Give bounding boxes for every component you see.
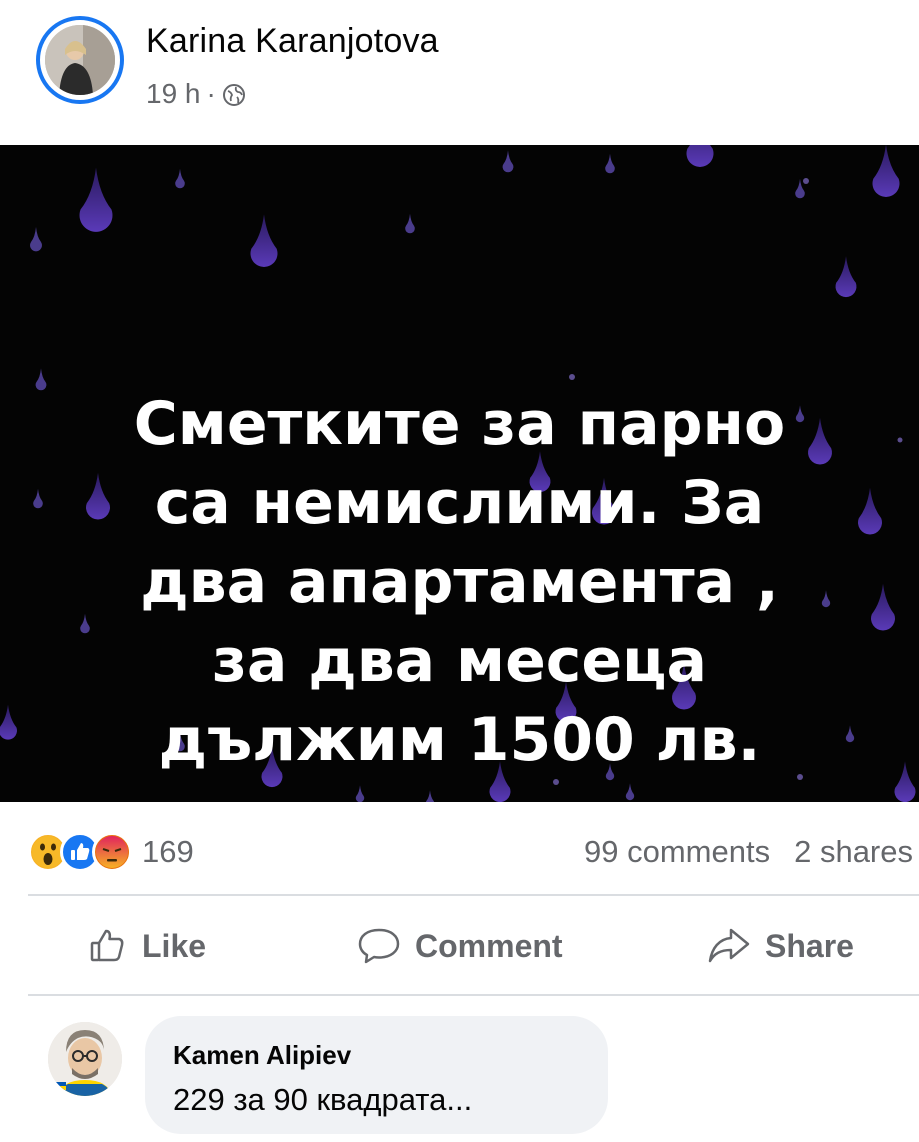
share-button[interactable]: Share	[707, 926, 854, 966]
post-image-line: дължим 1500 лв.	[158, 705, 761, 775]
comment-item: Kamen Alipiev 229 за 90 квадрата...	[0, 1008, 919, 1142]
post-meta: 19 h ·	[146, 78, 246, 110]
post-time[interactable]: 19 h	[146, 78, 201, 110]
post-header: Karina Karanjotova 19 h ·	[0, 0, 919, 145]
comment-label: Comment	[415, 927, 563, 964]
thumbs-up-icon	[90, 929, 124, 962]
post-image-text: Сметките за парно са немислими. За два а…	[0, 385, 919, 780]
post-image[interactable]: Сметките за парно са немислими. За два а…	[0, 145, 919, 802]
author-avatar[interactable]	[36, 16, 124, 104]
comment-bubble: Kamen Alipiev 229 за 90 квадрата...	[145, 1016, 608, 1134]
shares-count[interactable]: 2 shares	[794, 834, 913, 870]
meta-separator: ·	[206, 78, 216, 109]
share-icon	[708, 928, 750, 963]
engagement-stats: 169 99 comments 2 shares	[0, 820, 919, 890]
comment-icon	[358, 928, 400, 964]
angry-icon	[92, 832, 132, 872]
reaction-summary[interactable]: 169	[28, 832, 194, 872]
share-label: Share	[765, 927, 854, 964]
post-image-line: са немислими. За	[154, 468, 765, 538]
comment-button[interactable]: Comment	[357, 926, 563, 966]
comments-shares: 99 comments 2 shares	[584, 834, 913, 870]
globe-icon	[222, 82, 246, 106]
commenter-name[interactable]: Kamen Alipiev	[173, 1040, 351, 1071]
comment-text: 229 за 90 квадрата...	[173, 1082, 473, 1117]
post-image-line: Сметките за парно	[133, 389, 786, 459]
comments-count[interactable]: 99 comments	[584, 834, 770, 870]
like-label: Like	[142, 927, 207, 964]
divider	[28, 894, 919, 896]
post-image-line: два апартамента ,	[140, 547, 779, 617]
reaction-count: 169	[142, 834, 194, 869]
author-name[interactable]: Karina Karanjotova	[146, 22, 439, 61]
action-bar: Like Comment Share	[0, 902, 919, 994]
post-image-line: за два месеца	[212, 626, 707, 696]
commenter-avatar[interactable]	[48, 1022, 122, 1096]
divider	[28, 994, 919, 996]
like-button[interactable]: Like	[88, 926, 206, 966]
